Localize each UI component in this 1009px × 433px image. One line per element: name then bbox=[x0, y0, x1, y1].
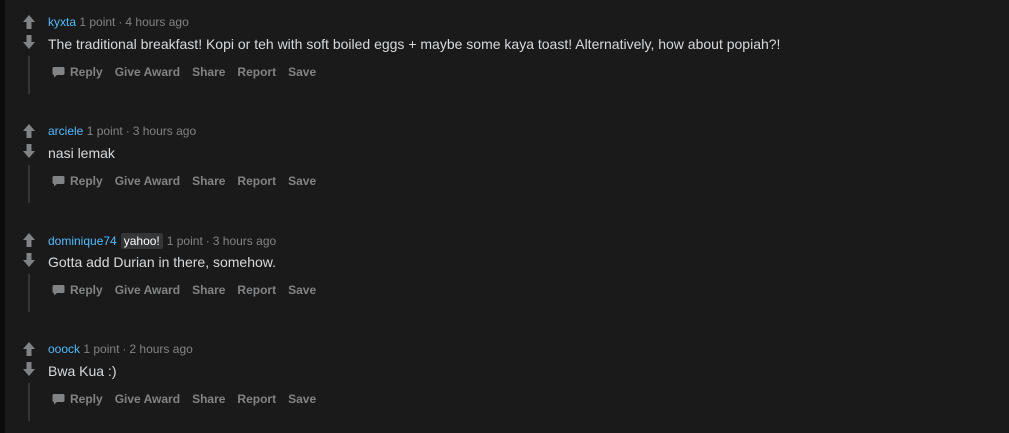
report-button[interactable]: Report bbox=[237, 174, 276, 188]
comment-body: The traditional breakfast! Kopi or teh w… bbox=[48, 36, 781, 52]
upvote-icon[interactable] bbox=[22, 341, 36, 357]
author-link[interactable]: arciele bbox=[48, 124, 83, 138]
timestamp[interactable]: 2 hours ago bbox=[129, 342, 192, 356]
timestamp[interactable]: 3 hours ago bbox=[133, 124, 196, 138]
save-button[interactable]: Save bbox=[288, 65, 316, 79]
thread-line[interactable] bbox=[28, 165, 30, 203]
points: 1 point bbox=[83, 342, 120, 356]
author-link[interactable]: dominique74 bbox=[48, 234, 117, 248]
reply-label: Reply bbox=[70, 174, 103, 188]
timestamp[interactable]: 4 hours ago bbox=[125, 15, 188, 29]
downvote-icon[interactable] bbox=[22, 143, 36, 159]
comment-meta: arciele 1 point · 3 hours ago bbox=[48, 124, 196, 138]
reply-label: Reply bbox=[70, 65, 103, 79]
thread-line[interactable] bbox=[28, 56, 30, 94]
points: 1 point bbox=[86, 124, 123, 138]
comment-icon bbox=[52, 67, 65, 78]
vote-controls bbox=[22, 123, 36, 163]
give-award-button[interactable]: Give Award bbox=[115, 174, 180, 188]
comment-meta: kyxta 1 point · 4 hours ago bbox=[48, 15, 189, 29]
comment-actions: Reply Give Award Share Report Save bbox=[52, 65, 328, 79]
reply-label: Reply bbox=[70, 283, 103, 297]
author-link[interactable]: kyxta bbox=[48, 15, 76, 29]
reply-label: Reply bbox=[70, 392, 103, 406]
downvote-icon[interactable] bbox=[22, 34, 36, 50]
thread-line[interactable] bbox=[28, 274, 30, 312]
give-award-button[interactable]: Give Award bbox=[115, 283, 180, 297]
reply-button[interactable]: Reply bbox=[52, 283, 103, 297]
comment-meta: dominique74 yahoo! 1 point · 3 hours ago bbox=[48, 233, 276, 249]
save-button[interactable]: Save bbox=[288, 392, 316, 406]
upvote-icon[interactable] bbox=[22, 14, 36, 30]
points: 1 point bbox=[166, 234, 203, 248]
comment-meta: ooock 1 point · 2 hours ago bbox=[48, 342, 193, 356]
share-button[interactable]: Share bbox=[192, 392, 225, 406]
downvote-icon[interactable] bbox=[22, 361, 36, 377]
vote-controls bbox=[22, 232, 36, 272]
comment-body: Gotta add Durian in there, somehow. bbox=[48, 254, 277, 270]
comment-body: nasi lemak bbox=[48, 145, 115, 161]
vote-controls bbox=[22, 14, 36, 54]
comments-panel: kyxta 1 point · 4 hours ago The traditiona… bbox=[5, 0, 1009, 433]
comment-icon bbox=[52, 394, 65, 405]
comment-actions: Reply Give Award Share Report Save bbox=[52, 174, 328, 188]
comment-body: Bwa Kua :) bbox=[48, 363, 117, 379]
downvote-icon[interactable] bbox=[22, 252, 36, 268]
reply-button[interactable]: Reply bbox=[52, 174, 103, 188]
comment-actions: Reply Give Award Share Report Save bbox=[52, 392, 328, 406]
points: 1 point bbox=[79, 15, 116, 29]
give-award-button[interactable]: Give Award bbox=[115, 392, 180, 406]
give-award-button[interactable]: Give Award bbox=[115, 65, 180, 79]
author-link[interactable]: ooock bbox=[48, 342, 80, 356]
comment-icon bbox=[52, 176, 65, 187]
report-button[interactable]: Report bbox=[237, 65, 276, 79]
comment-actions: Reply Give Award Share Report Save bbox=[52, 283, 328, 297]
share-button[interactable]: Share bbox=[192, 283, 225, 297]
comment: arciele 1 point · 3 hours ago nasi lemak R… bbox=[5, 109, 1005, 209]
save-button[interactable]: Save bbox=[288, 174, 316, 188]
separator: · bbox=[118, 15, 123, 29]
reply-button[interactable]: Reply bbox=[52, 65, 103, 79]
user-flair: yahoo! bbox=[120, 233, 163, 249]
comment-icon bbox=[52, 285, 65, 296]
comment: kyxta 1 point · 4 hours ago The traditiona… bbox=[5, 0, 1005, 100]
report-button[interactable]: Report bbox=[237, 392, 276, 406]
separator: · bbox=[122, 342, 127, 356]
thread-line[interactable] bbox=[28, 383, 30, 421]
upvote-icon[interactable] bbox=[22, 123, 36, 139]
vote-controls bbox=[22, 341, 36, 381]
timestamp[interactable]: 3 hours ago bbox=[213, 234, 276, 248]
save-button[interactable]: Save bbox=[288, 283, 316, 297]
comment: dominique74 yahoo! 1 point · 3 hours ago Got… bbox=[5, 218, 1005, 318]
separator: · bbox=[125, 124, 130, 138]
report-button[interactable]: Report bbox=[237, 283, 276, 297]
reply-button[interactable]: Reply bbox=[52, 392, 103, 406]
share-button[interactable]: Share bbox=[192, 65, 225, 79]
comment: ooock 1 point · 2 hours ago Bwa Kua :) Rep… bbox=[5, 327, 1005, 427]
separator: · bbox=[205, 234, 210, 248]
upvote-icon[interactable] bbox=[22, 232, 36, 248]
share-button[interactable]: Share bbox=[192, 174, 225, 188]
